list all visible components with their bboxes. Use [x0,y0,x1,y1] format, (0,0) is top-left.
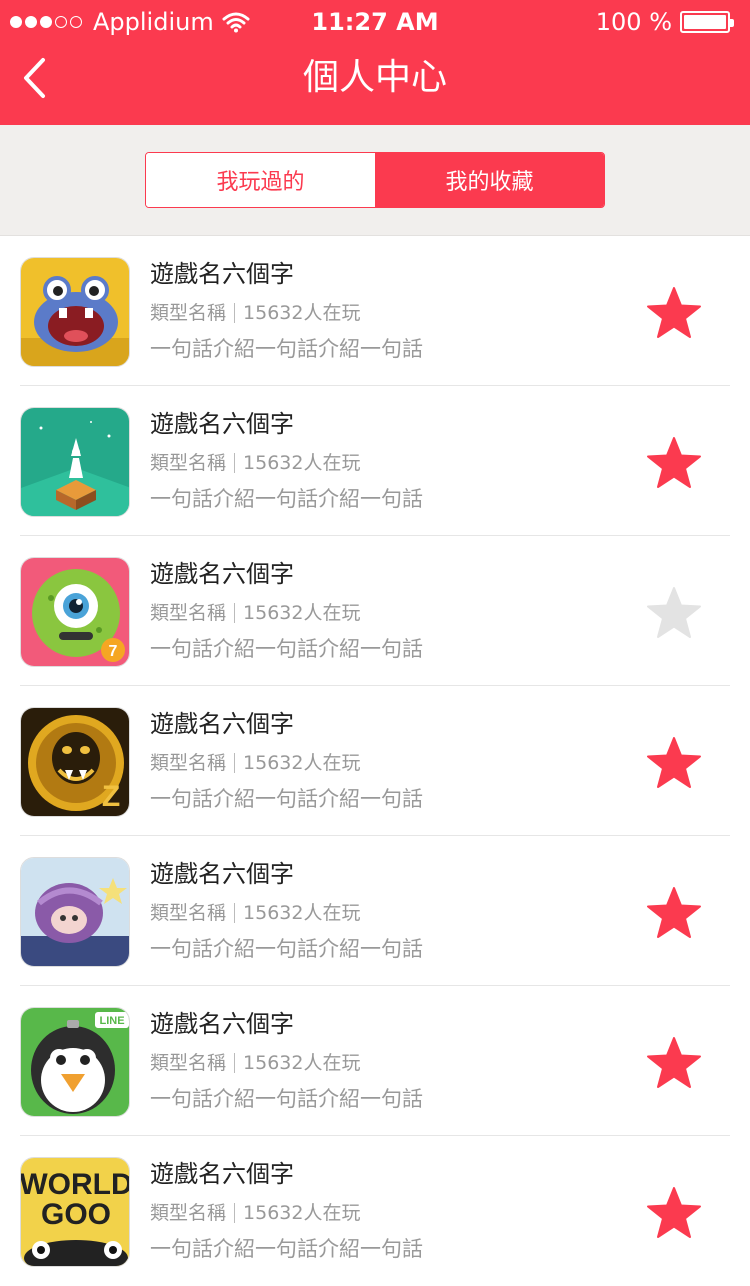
star-icon [647,1037,701,1088]
game-name: 遊戲名六個字 [150,410,294,438]
game-meta: 類型名稱 15632人在玩 [150,448,360,478]
game-meta: 類型名稱 15632人在玩 [150,1048,360,1078]
game-description: 一句話介紹一句話介紹一句話 [150,787,423,811]
status-bar: Applidium 11:27 AM 100 % [0,0,750,44]
game-category: 類型名稱 [150,902,227,924]
game-meta: 類型名稱 15632人在玩 [150,898,360,928]
list-item[interactable]: 遊戲名六個字 類型名稱 15632人在玩 一句話介紹一句話介紹一句話 [0,836,750,986]
star-icon [647,737,701,788]
list-item[interactable]: WORLD GOO 遊戲名六個字 類型名稱 15632人在玩 一句話介紹一句話介紹… [0,1136,750,1286]
game-name: 遊戲名六個字 [150,1160,294,1188]
game-meta: 類型名稱 15632人在玩 [150,298,360,328]
game-description: 一句話介紹一句話介紹一句話 [150,1087,423,1111]
meta-divider [234,453,236,473]
favorite-star-button[interactable] [646,1186,702,1240]
green-eyeball-monster-icon: 7 [20,557,130,667]
favorite-star-button[interactable] [646,886,702,940]
favorite-star-button[interactable] [646,286,702,340]
game-category: 類型名稱 [150,752,227,774]
navigation-bar: 個人中心 [0,44,750,125]
star-icon [647,887,701,938]
player-count: 15632人在玩 [243,1052,361,1074]
battery-icon [680,11,734,33]
svg-text:LINE: LINE [99,1015,124,1027]
player-count: 15632人在玩 [243,302,361,324]
game-description: 一句話介紹一句話介紹一句話 [150,337,423,361]
game-description: 一句話介紹一句話介紹一句話 [150,1237,423,1261]
svg-text:WORLD: WORLD [21,1168,130,1201]
game-name: 遊戲名六個字 [150,860,294,888]
meta-divider [234,1203,236,1223]
monument-valley-icon [20,407,130,517]
tab-played[interactable]: 我玩過的 [146,153,375,207]
game-category: 類型名稱 [150,1052,227,1074]
svg-text:GOO: GOO [41,1198,111,1231]
app-header: Applidium 11:27 AM 100 % 個人中心 [0,0,750,125]
game-description: 一句話介紹一句話介紹一句話 [150,937,423,961]
game-meta: 類型名稱 15632人在玩 [150,598,360,628]
list-item[interactable]: 遊戲名六個字 類型名稱 15632人在玩 一句話介紹一句話介紹一句話 [0,386,750,536]
meta-divider [234,303,236,323]
game-category: 類型名稱 [150,602,227,624]
favorite-star-button[interactable] [646,586,702,640]
list-item[interactable]: 遊戲名六個字 類型名稱 15632人在玩 一句話介紹一句話介紹一句話 [0,236,750,386]
star-icon [647,287,701,338]
list-item[interactable]: LINE 遊戲名六個字 類型名稱 15632人在玩 一句話介紹一句話介紹一句話 [0,986,750,1136]
favorite-star-button[interactable] [646,436,702,490]
game-category: 類型名稱 [150,452,227,474]
game-name: 遊戲名六個字 [150,260,294,288]
meta-divider [234,603,236,623]
tab-favorites[interactable]: 我的收藏 [375,153,604,207]
game-meta: 類型名稱 15632人在玩 [150,748,360,778]
svg-text:7: 7 [109,643,118,660]
game-name: 遊戲名六個字 [150,1010,294,1038]
world-of-goo-icon: WORLD GOO [20,1157,130,1267]
line-penguin-icon: LINE [20,1007,130,1117]
player-count: 15632人在玩 [243,752,361,774]
favorite-star-button[interactable] [646,736,702,790]
player-count: 15632人在玩 [243,902,361,924]
segmented-control: 我玩過的 我的收藏 [145,152,605,208]
game-meta: 類型名稱 15632人在玩 [150,1198,360,1228]
player-count: 15632人在玩 [243,452,361,474]
list-item[interactable]: Z 遊戲名六個字 類型名稱 15632人在玩 一句話介紹一句話介紹一句話 [0,686,750,836]
star-icon [647,437,701,488]
star-icon [647,587,701,638]
meta-divider [234,753,236,773]
tab-bar-area: 我玩過的 我的收藏 [0,125,750,236]
game-name: 遊戲名六個字 [150,710,294,738]
temple-run-icon: Z [20,707,130,817]
game-list: 遊戲名六個字 類型名稱 15632人在玩 一句話介紹一句話介紹一句話 遊戲名六個… [0,236,750,1286]
game-description: 一句話介紹一句話介紹一句話 [150,637,423,661]
favorite-star-button[interactable] [646,1036,702,1090]
meta-divider [234,903,236,923]
game-name: 遊戲名六個字 [150,560,294,588]
purple-creature-icon [20,857,130,967]
status-right: 100 % [595,8,734,36]
meta-divider [234,1053,236,1073]
game-description: 一句話介紹一句話介紹一句話 [150,487,423,511]
svg-text:Z: Z [102,780,120,813]
page-title: 個人中心 [302,57,447,98]
player-count: 15632人在玩 [243,1202,361,1224]
list-item[interactable]: 7 遊戲名六個字 類型名稱 15632人在玩 一句話介紹一句話介紹一句話 [0,536,750,686]
game-category: 類型名稱 [150,1202,227,1224]
game-category: 類型名稱 [150,302,227,324]
star-icon [647,1187,701,1238]
player-count: 15632人在玩 [243,602,361,624]
yellow-monster-icon [20,257,130,367]
battery-percentage: 100 % [595,8,672,36]
